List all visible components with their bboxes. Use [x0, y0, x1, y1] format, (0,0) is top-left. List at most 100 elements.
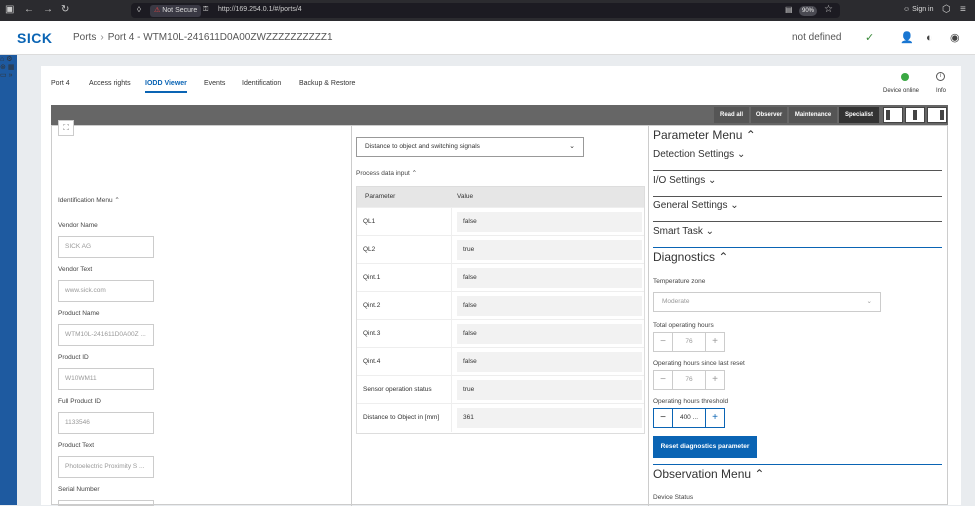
product-id-label: Product ID — [58, 354, 89, 361]
since-reset-plus-button[interactable]: + — [705, 370, 725, 390]
device-online-label: Device online — [883, 88, 920, 94]
product-name-field[interactable]: WTM10L-241611D0A00Z ... — [58, 324, 154, 346]
total-hours-minus-button[interactable]: − — [653, 332, 673, 352]
extensions-icon[interactable]: ⬡ — [942, 4, 951, 16]
smart-task-section[interactable]: Smart Task ⌄ — [653, 225, 714, 238]
table-row: QL2 true — [357, 235, 644, 264]
layout-center-icon[interactable] — [905, 107, 925, 123]
table-row: Sensor operation status true — [357, 375, 644, 404]
zoom-level[interactable]: 90% — [799, 6, 818, 16]
threshold-value[interactable]: 400 ... — [673, 408, 705, 428]
expand-sidebar-icon[interactable]: » — [9, 72, 13, 79]
connection-icon[interactable]: ✓ — [865, 32, 874, 44]
serial-number-label: Serial Number — [58, 486, 100, 493]
info-icon[interactable]: i — [936, 72, 945, 81]
row-param: Qint.3 — [363, 330, 381, 337]
vendor-name-label: Vendor Name — [58, 222, 98, 229]
tab-iodd-viewer[interactable]: IODD Viewer — [145, 79, 187, 93]
divider — [653, 247, 942, 248]
storage-icon[interactable]: ▭ — [0, 72, 7, 79]
apps-icon[interactable]: ▦ — [8, 64, 15, 71]
temperature-zone-select[interactable]: Moderate ⌄ — [653, 292, 881, 312]
role-specialist-button[interactable]: Specialist — [839, 107, 879, 123]
identification-column: ⛶ Identification Menu ⌃ Vendor Name SICK… — [52, 120, 352, 506]
info-label[interactable]: Info — [936, 88, 946, 94]
network-icon[interactable]: ⊛ — [0, 64, 6, 71]
identification-menu-title[interactable]: Identification Menu ⌃ — [58, 196, 120, 204]
table-row: Distance to Object in [mm] 361 — [357, 403, 644, 432]
fullscreen-icon[interactable]: ⛶ — [58, 120, 74, 136]
vendor-text-label: Vendor Text — [58, 266, 93, 273]
tab-events[interactable]: Events — [204, 79, 225, 88]
tab-access-rights[interactable]: Access rights — [89, 79, 131, 88]
chevron-down-icon: ⌄ — [866, 298, 872, 305]
not-secure-badge[interactable]: ⚠ Not Secure — [150, 5, 202, 17]
forward-icon[interactable]: → — [43, 4, 53, 16]
vendor-text-field[interactable]: www.sick.com — [58, 280, 154, 302]
vendor-name-field[interactable]: SICK AG — [58, 236, 154, 258]
role-maintenance-button[interactable]: Maintenance — [789, 107, 837, 123]
full-product-id-field[interactable]: 1133546 — [58, 412, 154, 434]
breadcrumb-ports[interactable]: Ports — [73, 32, 96, 43]
theme-icon[interactable]: ◐ — [926, 32, 933, 44]
window-icon[interactable]: ▣ — [5, 4, 14, 16]
serial-number-field[interactable] — [58, 500, 154, 506]
io-settings-section[interactable]: I/O Settings ⌄ — [653, 174, 716, 187]
detection-settings-section[interactable]: Detection Settings ⌄ — [653, 148, 745, 161]
since-reset-value[interactable]: 76 — [673, 370, 705, 390]
layout-right-icon[interactable] — [927, 107, 947, 123]
row-value: true — [457, 240, 642, 260]
general-settings-section[interactable]: General Settings ⌄ — [653, 199, 739, 212]
reload-icon[interactable]: ↻ — [61, 4, 69, 16]
total-hours-value[interactable]: 76 — [673, 332, 705, 352]
reader-icon[interactable]: ▤ — [785, 4, 793, 16]
layout-left-icon[interactable] — [883, 107, 903, 123]
back-icon[interactable]: ← — [24, 4, 34, 16]
tab-identification[interactable]: Identification — [242, 79, 281, 88]
home-icon[interactable]: ⌂ — [0, 56, 4, 63]
sick-logo: SICK — [17, 30, 53, 46]
process-data-input-title[interactable]: Process data input ⌃ — [356, 169, 417, 177]
threshold-plus-button[interactable]: + — [705, 408, 725, 428]
browser-bar: ▣ ← → ↻ ◊ ⚠ Not Secure ⚿ http://169.254.… — [0, 0, 975, 21]
key-icon[interactable]: ⚿ — [203, 4, 208, 16]
viewer-toolbar: Read all Observer Maintenance Specialist — [51, 105, 948, 125]
process-data-dropdown[interactable]: Distance to object and switching signals… — [356, 137, 584, 157]
reset-diagnostics-button[interactable]: Reset diagnostics parameter — [653, 436, 757, 458]
threshold-minus-button[interactable]: − — [653, 408, 673, 428]
row-param: Qint.1 — [363, 274, 381, 281]
settings-icon[interactable]: ⚙ — [6, 56, 12, 63]
bookmark-star-icon[interactable]: ☆ — [824, 4, 833, 16]
row-value: false — [457, 296, 642, 316]
observation-menu-title[interactable]: Observation Menu ⌃ — [653, 468, 764, 481]
row-value: false — [457, 212, 642, 232]
row-value: false — [457, 324, 642, 344]
row-param: Distance to Object in [mm] — [363, 414, 440, 421]
sign-in-button[interactable]: ☺ Sign in — [903, 4, 934, 16]
url-text[interactable]: http://169.254.0.1/#/ports/4 — [218, 4, 302, 16]
read-all-button[interactable]: Read all — [714, 107, 749, 123]
user-icon[interactable]: 👤 — [900, 32, 914, 44]
divider — [653, 221, 942, 222]
product-text-field[interactable]: Photoelectric Proximity S ... — [58, 456, 154, 478]
row-param: QL1 — [363, 218, 376, 225]
menu-icon[interactable]: ≡ — [960, 4, 966, 16]
breadcrumb: Ports › Port 4 - WTM10L-241611D0A00ZWZZZZZ… — [73, 32, 333, 44]
language-icon[interactable]: ◉ — [950, 32, 960, 44]
viewer-content: ⛶ Identification Menu ⌃ Vendor Name SICK… — [51, 120, 948, 506]
full-product-id-label: Full Product ID — [58, 398, 101, 405]
tab-port-4[interactable]: Port 4 — [51, 79, 70, 88]
parameter-menu-title[interactable]: Parameter Menu ⌃ — [653, 129, 756, 142]
tab-backup-restore[interactable]: Backup & Restore — [299, 79, 355, 88]
sidebar: ⌂ ⚙ ⊛ ▦ ▭ » — [0, 55, 17, 505]
row-param: Qint.2 — [363, 302, 381, 309]
total-hours-plus-button[interactable]: + — [705, 332, 725, 352]
product-id-field[interactable]: W10WM11 — [58, 368, 154, 390]
role-observer-button[interactable]: Observer — [751, 107, 787, 123]
shield-icon[interactable]: ◊ — [137, 4, 141, 16]
since-reset-label: Operating hours since last reset — [653, 360, 745, 367]
since-reset-minus-button[interactable]: − — [653, 370, 673, 390]
breadcrumb-separator: › — [100, 32, 104, 43]
diagnostics-title[interactable]: Diagnostics ⌃ — [653, 251, 728, 264]
app-header: SICK Ports › Port 4 - WTM10L-241611D0A00ZW… — [0, 21, 975, 55]
